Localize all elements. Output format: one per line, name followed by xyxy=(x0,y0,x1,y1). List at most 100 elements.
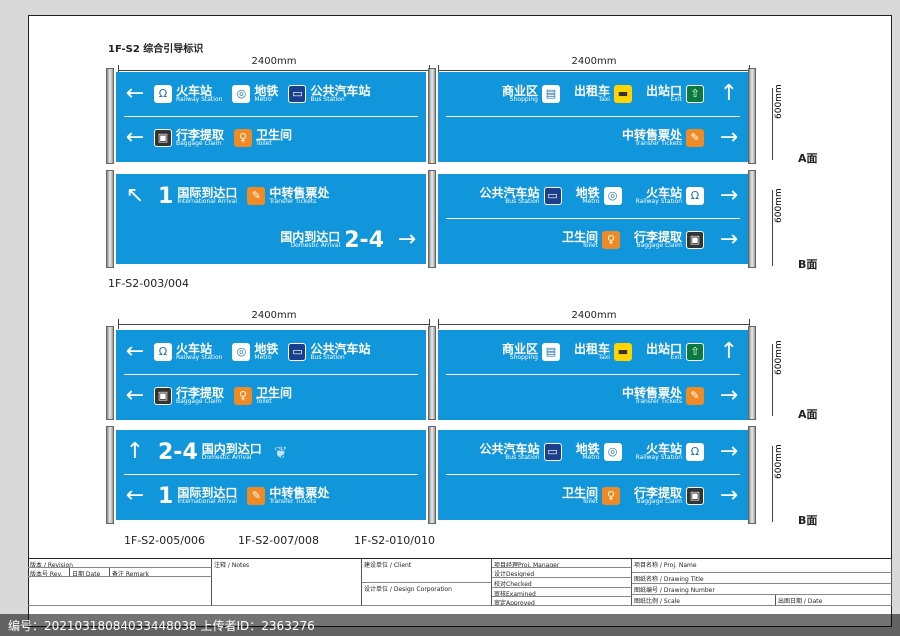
proj-name-header: 项目名称 / Proj. Name xyxy=(632,559,892,573)
sign-code: 1F-S2-010/010 xyxy=(354,534,435,547)
notes-header: 注释 / Notes xyxy=(212,559,362,606)
scale-header: 图纸比例 / Scale xyxy=(632,595,776,606)
remark-header: 备注 Remark xyxy=(110,568,212,577)
arrow-right-icon: → xyxy=(719,383,739,408)
pole xyxy=(428,68,436,164)
design-corp-header: 设计单位 / Design Corporation xyxy=(362,583,492,606)
shopping-icon: ▤ xyxy=(541,84,560,103)
drawing-title-header: 图纸名称 / Drawing Title xyxy=(632,573,892,584)
face-b-label: B面 xyxy=(798,258,818,271)
baggage-icon: ▣ xyxy=(154,386,172,405)
watermark-swirl-icon: ❦ xyxy=(274,442,288,462)
dim-height-bottom-b: 600mm xyxy=(766,444,784,522)
toilet-icon: ♀ xyxy=(234,128,253,147)
dim-width-bottom-left: 2400mm xyxy=(118,310,430,330)
designed-header: 设计Designed xyxy=(492,568,632,578)
sign-code: 1F-S2-007/008 xyxy=(238,534,319,547)
arrow-right-icon: → xyxy=(719,483,739,508)
dim-width-bottom-right: 2400mm xyxy=(438,310,750,330)
bus-icon: ▭ xyxy=(543,442,562,461)
metro-icon: ◎ xyxy=(232,342,251,361)
drawing-number-header: 图纸编号 / Drawing Number xyxy=(632,584,892,595)
dim-height-bottom-a: 600mm xyxy=(766,340,784,416)
sign-bottom-b-right: 公共汽车站 Bus Station ▭ 地铁 Metro ◎ 火车站 Railway St… xyxy=(438,430,748,520)
pole xyxy=(106,68,114,164)
arrow-right-icon: → xyxy=(719,439,739,464)
pole xyxy=(428,170,436,268)
sign-top-a-right: 商业区 Shopping ▤ 出租车 Taxi ▬ 出站口 Exit ⇧ ↑ 中转售票处 Tr… xyxy=(438,72,748,162)
bus-icon: ▭ xyxy=(288,84,307,103)
metro-icon: ◎ xyxy=(603,442,622,461)
arrow-left-icon: ← xyxy=(125,125,145,150)
toilet-icon: ♀ xyxy=(234,386,253,405)
client-header: 建设单位 / Client xyxy=(362,559,492,583)
railway-icon: Ω xyxy=(154,84,172,103)
taxi-icon: ▬ xyxy=(613,342,632,361)
arrow-up-icon: ↑ xyxy=(719,81,739,106)
dim-height-top-a: 600mm xyxy=(766,84,784,160)
railway-icon: Ω xyxy=(154,342,172,361)
pole xyxy=(106,326,114,420)
face-b-label: B面 xyxy=(798,514,818,527)
ticket-icon: ✎ xyxy=(686,128,704,147)
watermark-text: 编号：20210318084033448038 上传者ID：2363276 xyxy=(8,618,315,633)
taxi-icon: ▬ xyxy=(613,84,632,103)
baggage-icon: ▣ xyxy=(154,128,172,147)
sign-top-b-left: ↖ 1 国际到达口 International Arrival ✎ 中转售票处 Tra… xyxy=(116,174,426,264)
rev-no-header: 版本号 Rev. xyxy=(28,568,70,577)
metro-icon: ◎ xyxy=(603,186,622,205)
sign-bottom-b-left: ↑ 2-4 国内到达口 Domestic Arrival ❦ ← 1 国际到达口 I… xyxy=(116,430,426,520)
revision-rows xyxy=(28,577,212,606)
arrow-right-icon: → xyxy=(719,125,739,150)
examined-header: 审核Examined xyxy=(492,588,632,597)
arrow-left-icon: ← xyxy=(125,383,145,408)
face-a-label: A面 xyxy=(798,152,818,165)
revision-header: 版本 / Revision xyxy=(28,559,212,568)
face-a-label: A面 xyxy=(798,408,818,421)
arrow-up-left-icon: ↖ xyxy=(125,183,145,208)
pole xyxy=(106,170,114,268)
date-header: 日期 Date xyxy=(70,568,110,577)
ticket-icon: ✎ xyxy=(247,486,266,505)
arrow-left-icon: ← xyxy=(125,339,145,364)
sign-top-a-left: ← Ω 火车站 Railway Station ◎ 地铁 Metro ▭ 公共汽车站 Bus… xyxy=(116,72,426,162)
watermark-bar: 编号：20210318084033448038 上传者ID：2363276 xyxy=(0,614,900,636)
sign-bottom-a-right: 商业区 Shopping ▤ 出租车 Taxi ▬ 出站口 Exit ⇧ ↑ 中转售票处 Tr… xyxy=(438,330,748,420)
pole xyxy=(748,68,756,164)
arrow-left-icon: ← xyxy=(125,483,145,508)
sign-bottom-a-left: ← Ω 火车站 Railway Station ◎ 地铁 Metro ▭ 公共汽车站 Bus… xyxy=(116,330,426,420)
pm-header: 项目经理Proj. Manager xyxy=(492,559,632,568)
ticket-icon: ✎ xyxy=(247,186,266,205)
bus-icon: ▭ xyxy=(543,186,562,205)
metro-icon: ◎ xyxy=(232,84,251,103)
sign-top-b-right: 公共汽车站 Bus Station ▭ 地铁 Metro ◎ 火车站 Railway St… xyxy=(438,174,748,264)
sheet-title: 1F-S2 综合引导标识 xyxy=(108,44,204,55)
sign-code: 1F-S2-005/006 xyxy=(124,534,205,547)
checked-header: 校对Checked xyxy=(492,578,632,588)
baggage-icon: ▣ xyxy=(686,230,704,249)
dim-height-top-b: 600mm xyxy=(766,188,784,266)
arrow-up-icon: ↑ xyxy=(125,439,145,464)
arrow-right-icon: → xyxy=(719,183,739,208)
arrow-right-icon: → xyxy=(397,227,417,252)
ticket-icon: ✎ xyxy=(686,386,704,405)
approved-header: 审定Approved xyxy=(492,597,632,606)
date-out-header: 出图日期 / Date xyxy=(776,595,892,606)
pole xyxy=(748,426,756,524)
pole xyxy=(748,326,756,420)
arrow-left-icon: ← xyxy=(125,81,145,106)
toilet-icon: ♀ xyxy=(601,486,620,505)
exit-icon: ⇧ xyxy=(686,84,704,103)
arrow-right-icon: → xyxy=(719,227,739,252)
railway-icon: Ω xyxy=(686,442,704,461)
exit-icon: ⇧ xyxy=(686,342,704,361)
shopping-icon: ▤ xyxy=(541,342,560,361)
pole xyxy=(428,426,436,524)
bus-icon: ▭ xyxy=(288,342,307,361)
railway-icon: Ω xyxy=(686,186,704,205)
baggage-icon: ▣ xyxy=(686,486,704,505)
sign-code: 1F-S2-003/004 xyxy=(108,277,189,290)
toilet-icon: ♀ xyxy=(601,230,620,249)
pole xyxy=(748,170,756,268)
pole xyxy=(106,426,114,524)
